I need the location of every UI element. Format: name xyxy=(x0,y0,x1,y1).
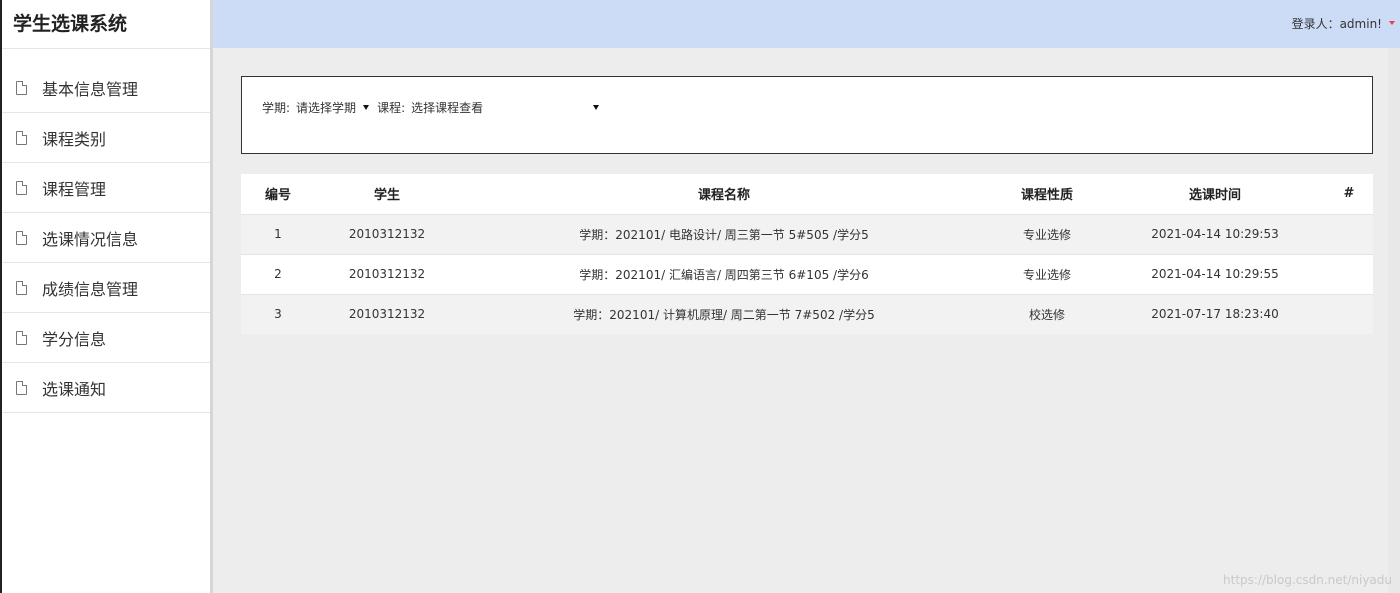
sidebar-item-label: 成绩信息管理 xyxy=(42,279,139,299)
column-header-actions: # xyxy=(1343,186,1355,202)
table-row: 3 2010312132 学期：202101/ 计算机原理/ 周二第一节 7#5… xyxy=(241,293,1373,334)
sidebar-item-credit-info[interactable]: 学分信息 xyxy=(2,313,210,363)
cell-id: 3 xyxy=(241,293,315,334)
document-icon xyxy=(16,330,27,345)
course-select[interactable]: 选择课程查看 xyxy=(411,99,600,116)
sidebar-item-label: 基本信息管理 xyxy=(42,79,139,99)
semester-label: 学期: xyxy=(262,101,291,115)
cell-selection-time: 2021-04-14 10:29:53 xyxy=(1105,213,1325,254)
cell-actions xyxy=(1325,213,1373,254)
document-icon xyxy=(16,130,27,145)
document-icon xyxy=(16,380,27,395)
column-header-course-type: 课程性质 xyxy=(1020,188,1073,204)
caret-down-icon[interactable] xyxy=(1389,21,1395,25)
cell-student: 2010312132 xyxy=(315,293,459,334)
sidebar-item-label: 课程管理 xyxy=(42,179,107,199)
sidebar-item-basic-info[interactable]: 基本信息管理 xyxy=(2,63,210,113)
table-header-row: 编号 学生 课程名称 课程性质 选课时间 # xyxy=(241,174,1373,214)
cell-course-name: 学期：202101/ 电路设计/ 周三第一节 5#505 /学分5 xyxy=(459,213,989,254)
login-user-menu[interactable]: 登录人：admin! xyxy=(1292,15,1382,32)
cell-selection-time: 2021-04-14 10:29:55 xyxy=(1105,253,1325,294)
column-header-selection-time: 选课时间 xyxy=(1188,188,1241,204)
sidebar-menu: 基本信息管理 课程类别 课程管理 选课情况信息 成绩信息管理 学分信息 选课通知 xyxy=(2,63,210,413)
sidebar-item-selection-notice[interactable]: 选课通知 xyxy=(2,363,210,413)
course-select-value: 选择课程查看 xyxy=(411,101,484,115)
document-icon xyxy=(16,230,27,245)
sidebar-item-label: 选课情况信息 xyxy=(42,229,139,249)
cell-course-name: 学期：202101/ 汇编语言/ 周四第三节 6#105 /学分6 xyxy=(459,253,989,294)
column-header-id: 编号 xyxy=(264,188,291,204)
selection-table: 编号 学生 课程名称 课程性质 选课时间 # 1 2010312132 学期：2… xyxy=(241,174,1373,334)
sidebar-item-selection-info[interactable]: 选课情况信息 xyxy=(2,213,210,263)
filter-row: 学期: 请选择学期 课程: 选择课程查看 xyxy=(262,99,600,116)
sidebar-item-label: 选课通知 xyxy=(42,379,107,399)
table-row: 2 2010312132 学期：202101/ 汇编语言/ 周四第三节 6#10… xyxy=(241,253,1373,294)
document-icon xyxy=(16,280,27,295)
cell-student: 2010312132 xyxy=(315,213,459,254)
document-icon xyxy=(16,80,27,95)
document-icon xyxy=(16,180,27,195)
scrollbar-track[interactable] xyxy=(1388,48,1400,593)
sidebar: 学生选课系统 基本信息管理 课程类别 课程管理 选课情况信息 成绩信息管理 学分… xyxy=(2,0,213,593)
cell-id: 2 xyxy=(241,253,315,294)
cell-actions xyxy=(1325,253,1373,294)
dropdown-arrow-icon xyxy=(593,105,600,110)
dropdown-arrow-icon xyxy=(363,105,370,110)
sidebar-item-course-management[interactable]: 课程管理 xyxy=(2,163,210,213)
column-header-student: 学生 xyxy=(373,188,400,204)
table-row: 1 2010312132 学期：202101/ 电路设计/ 周三第一节 5#50… xyxy=(241,213,1373,254)
cell-course-type: 校选修 xyxy=(989,293,1105,334)
sidebar-item-course-category[interactable]: 课程类别 xyxy=(2,113,210,163)
semester-select[interactable]: 请选择学期 xyxy=(296,99,370,116)
watermark: https://blog.csdn.net/niyadu xyxy=(1223,573,1392,587)
sidebar-item-label: 课程类别 xyxy=(42,129,107,149)
cell-course-name: 学期：202101/ 计算机原理/ 周二第一节 7#502 /学分5 xyxy=(459,293,989,334)
course-label: 课程: xyxy=(377,101,406,115)
semester-select-value: 请选择学期 xyxy=(296,101,357,115)
cell-student: 2010312132 xyxy=(315,253,459,294)
cell-id: 1 xyxy=(241,213,315,254)
top-header: 登录人：admin! xyxy=(213,0,1400,48)
filter-panel: 学期: 请选择学期 课程: 选择课程查看 xyxy=(241,76,1373,154)
sidebar-item-label: 学分信息 xyxy=(42,329,107,349)
cell-actions xyxy=(1325,293,1373,334)
cell-course-type: 专业选修 xyxy=(989,213,1105,254)
cell-selection-time: 2021-07-17 18:23:40 xyxy=(1105,293,1325,334)
column-header-course-name: 课程名称 xyxy=(697,188,750,204)
sidebar-item-grade-management[interactable]: 成绩信息管理 xyxy=(2,263,210,313)
app-title: 学生选课系统 xyxy=(2,0,210,49)
cell-course-type: 专业选修 xyxy=(989,253,1105,294)
selection-table-container: 编号 学生 课程名称 课程性质 选课时间 # 1 2010312132 学期：2… xyxy=(241,174,1373,334)
